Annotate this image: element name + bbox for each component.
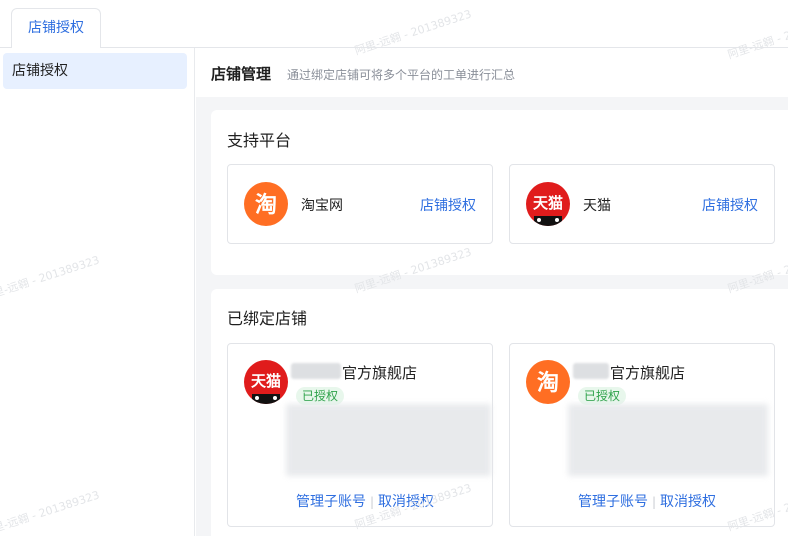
authorize-tmall-button[interactable]: 店铺授权: [702, 195, 758, 215]
status-badge: 已授权: [578, 387, 627, 405]
manage-subaccounts-link[interactable]: 管理子账号: [578, 494, 648, 510]
store-actions: 管理子账号 | 取消授权: [578, 494, 717, 510]
platform-card-taobao: 淘 淘宝网 店铺授权: [227, 164, 493, 244]
tmall-logo-icon: 天猫: [244, 360, 288, 404]
svg-text:天猫: 天猫: [533, 194, 563, 212]
authorize-taobao-button[interactable]: 店铺授权: [420, 195, 476, 215]
cancel-authorization-link[interactable]: 取消授权: [378, 494, 434, 510]
svg-text:淘: 淘: [537, 370, 559, 396]
redacted-store-details: [286, 404, 491, 476]
redacted-store-details: [568, 404, 768, 476]
page-title: 店铺管理: [211, 65, 272, 83]
supported-platforms-title: 支持平台: [227, 131, 292, 150]
svg-text:天猫: 天猫: [251, 372, 281, 390]
store-name: 官方旗舰店: [610, 364, 686, 382]
bound-store-card: 淘 官方旗舰店 已授权 管理子账号 | 取消授权: [509, 343, 775, 527]
redacted-store-name: [573, 363, 609, 379]
svg-text:淘: 淘: [255, 192, 277, 218]
tab-store-auth[interactable]: 店铺授权: [11, 8, 101, 49]
taobao-logo-icon: 淘: [526, 360, 570, 404]
bound-store-card: 天猫 官方旗舰店 已授权 管理子账号 | 取消授权: [227, 343, 493, 527]
store-name: 官方旗舰店: [342, 364, 418, 382]
redacted-store-name: [291, 363, 341, 379]
sidebar-item-store-auth[interactable]: 店铺授权: [3, 53, 187, 89]
bound-stores-title: 已绑定店铺: [227, 309, 308, 328]
tab-bar: 店铺授权: [0, 0, 788, 49]
cancel-authorization-link[interactable]: 取消授权: [660, 494, 716, 510]
page-description: 通过绑定店铺可将多个平台的工单进行汇总: [287, 68, 516, 82]
platform-name: 淘宝网: [301, 198, 343, 214]
sidebar: 店铺授权: [0, 48, 195, 536]
supported-platforms-panel: 支持平台 淘 淘宝网 店铺授权 天猫 天猫 店铺授权: [211, 110, 788, 275]
page-header: 店铺管理 通过绑定店铺可将多个平台的工单进行汇总: [196, 48, 788, 97]
store-actions: 管理子账号 | 取消授权: [296, 494, 435, 510]
tmall-logo-icon: 天猫: [526, 182, 570, 226]
manage-subaccounts-link[interactable]: 管理子账号: [296, 494, 366, 510]
taobao-logo-icon: 淘: [244, 182, 288, 226]
main-content: 店铺管理 通过绑定店铺可将多个平台的工单进行汇总 支持平台 淘 淘宝网 店铺授权…: [196, 48, 788, 536]
status-badge: 已授权: [296, 387, 345, 405]
platform-name: 天猫: [583, 198, 611, 214]
platform-card-tmall: 天猫 天猫 店铺授权: [509, 164, 775, 244]
bound-stores-panel: 已绑定店铺 天猫 官方旗舰店 已授权 管理子账号 | 取消授权 淘 官方旗舰店 …: [211, 289, 788, 536]
